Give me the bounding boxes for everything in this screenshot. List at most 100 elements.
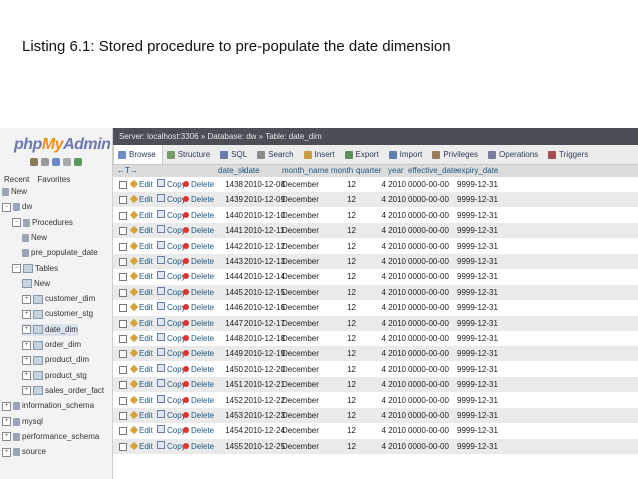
column-header-expiry-date[interactable]: expiry_date xyxy=(457,165,498,177)
copy-link[interactable]: Copy xyxy=(157,269,186,284)
column-header-date[interactable]: date xyxy=(244,165,260,177)
copy-link[interactable]: Copy xyxy=(157,377,186,392)
collapse-icon[interactable]: − xyxy=(12,264,21,273)
tab-insert[interactable]: Insert xyxy=(300,145,341,164)
tree-item-sales-order-fact[interactable]: + sales_order_fact xyxy=(22,385,104,397)
edit-link[interactable]: Edit xyxy=(129,331,153,346)
row-checkbox[interactable] xyxy=(119,288,127,297)
column-sort-glyph[interactable]: ←T→ xyxy=(117,165,138,177)
expand-icon[interactable]: + xyxy=(22,340,31,350)
tab-sql[interactable]: SQL xyxy=(216,145,253,164)
delete-link[interactable]: Delete xyxy=(183,208,214,223)
column-header-date-sk[interactable]: date_sk xyxy=(218,165,246,177)
expand-icon[interactable]: + xyxy=(22,309,31,319)
edit-link[interactable]: Edit xyxy=(129,393,153,408)
edit-link[interactable]: Edit xyxy=(129,208,153,223)
column-header-year[interactable]: year xyxy=(388,165,404,177)
tab-export[interactable]: Export xyxy=(341,145,385,164)
copy-link[interactable]: Copy xyxy=(157,393,186,408)
copy-link[interactable]: Copy xyxy=(157,285,186,300)
delete-link[interactable]: Delete xyxy=(183,177,214,192)
expand-icon[interactable]: + xyxy=(2,417,11,426)
edit-link[interactable]: Edit xyxy=(129,316,153,331)
edit-link[interactable]: Edit xyxy=(129,177,153,192)
tab-import[interactable]: Import xyxy=(385,145,429,164)
breadcrumb-database[interactable]: Database: dw xyxy=(208,132,257,141)
help-icon[interactable] xyxy=(52,158,60,166)
tab-structure[interactable]: Structure xyxy=(163,145,216,164)
copy-link[interactable]: Copy xyxy=(157,316,186,331)
row-checkbox[interactable] xyxy=(119,350,127,359)
row-checkbox[interactable] xyxy=(119,335,127,343)
tab-triggers[interactable]: Triggers xyxy=(544,145,594,164)
tree-item-product-stg[interactable]: + product_stg xyxy=(22,370,87,382)
reload-icon[interactable] xyxy=(74,158,82,166)
edit-link[interactable]: Edit xyxy=(129,377,153,392)
copy-link[interactable]: Copy xyxy=(157,346,186,361)
copy-link[interactable]: Copy xyxy=(157,192,186,207)
copy-link[interactable]: Copy xyxy=(157,423,186,438)
copy-link[interactable]: Copy xyxy=(157,254,186,269)
row-checkbox[interactable] xyxy=(119,258,127,266)
tree-item-mysql[interactable]: + mysql xyxy=(2,416,43,428)
tree-item-customer-dim[interactable]: + customer_dim xyxy=(22,293,95,305)
delete-link[interactable]: Delete xyxy=(183,362,214,377)
edit-link[interactable]: Edit xyxy=(129,408,153,423)
copy-link[interactable]: Copy xyxy=(157,362,186,377)
tree-item-dw[interactable]: − dw xyxy=(2,201,32,213)
logout-icon[interactable] xyxy=(41,158,49,166)
edit-link[interactable]: Edit xyxy=(129,346,153,361)
edit-link[interactable]: Edit xyxy=(129,300,153,315)
row-checkbox[interactable] xyxy=(119,227,127,236)
tree-item-product-dim[interactable]: + product_dim xyxy=(22,354,89,366)
edit-link[interactable]: Edit xyxy=(129,254,153,269)
breadcrumb-table[interactable]: Table: date_dim xyxy=(265,132,321,141)
tree-item-pre-populate-date[interactable]: pre_populate_date xyxy=(22,247,98,259)
tree-item-customer-stg[interactable]: + customer_stg xyxy=(22,308,93,320)
row-checkbox[interactable] xyxy=(119,304,127,313)
row-checkbox[interactable] xyxy=(119,442,127,451)
expand-icon[interactable]: + xyxy=(22,325,31,335)
delete-link[interactable]: Delete xyxy=(183,408,214,423)
tab-operations[interactable]: Operations xyxy=(484,145,544,164)
tab-favorites[interactable]: Favorites xyxy=(37,175,70,184)
tree-item-order-dim[interactable]: + order_dim xyxy=(22,339,81,351)
row-checkbox[interactable] xyxy=(119,181,127,189)
delete-link[interactable]: Delete xyxy=(183,346,214,361)
tree-item-date-dim[interactable]: + date_dim xyxy=(22,323,78,336)
tree-item-source[interactable]: + source xyxy=(2,446,46,458)
row-checkbox[interactable] xyxy=(119,196,127,205)
delete-link[interactable]: Delete xyxy=(183,439,214,454)
tree-item-new[interactable]: New xyxy=(22,232,47,244)
row-checkbox[interactable] xyxy=(119,381,127,390)
edit-link[interactable]: Edit xyxy=(129,239,153,254)
expand-icon[interactable]: + xyxy=(22,371,31,381)
tab-recent[interactable]: Recent xyxy=(4,175,29,184)
row-checkbox[interactable] xyxy=(119,273,127,282)
row-checkbox[interactable] xyxy=(119,412,127,420)
edit-link[interactable]: Edit xyxy=(129,439,153,454)
row-checkbox[interactable] xyxy=(119,242,127,251)
home-icon[interactable] xyxy=(30,158,38,166)
expand-icon[interactable]: + xyxy=(22,386,31,396)
copy-link[interactable]: Copy xyxy=(157,439,186,454)
tab-search[interactable]: Search xyxy=(253,145,299,164)
delete-link[interactable]: Delete xyxy=(183,423,214,438)
expand-icon[interactable]: + xyxy=(22,355,31,365)
row-checkbox[interactable] xyxy=(119,319,127,328)
edit-link[interactable]: Edit xyxy=(129,269,153,284)
delete-link[interactable]: Delete xyxy=(183,269,214,284)
delete-link[interactable]: Delete xyxy=(183,300,214,315)
breadcrumb-server[interactable]: Server: localhost:3306 xyxy=(119,132,199,141)
row-checkbox[interactable] xyxy=(119,427,127,436)
tree-item-performance-schema[interactable]: + performance_schema xyxy=(2,431,99,443)
tree-item-new[interactable]: New xyxy=(22,278,50,290)
tree-item-tables[interactable]: − Tables xyxy=(12,263,58,275)
delete-link[interactable]: Delete xyxy=(183,192,214,207)
tab-browse[interactable]: Browse xyxy=(113,145,163,164)
row-checkbox[interactable] xyxy=(119,211,127,220)
copy-link[interactable]: Copy xyxy=(157,300,186,315)
delete-link[interactable]: Delete xyxy=(183,254,214,269)
collapse-icon[interactable]: − xyxy=(2,202,11,212)
tree-item-information-schema[interactable]: + information_schema xyxy=(2,400,94,412)
